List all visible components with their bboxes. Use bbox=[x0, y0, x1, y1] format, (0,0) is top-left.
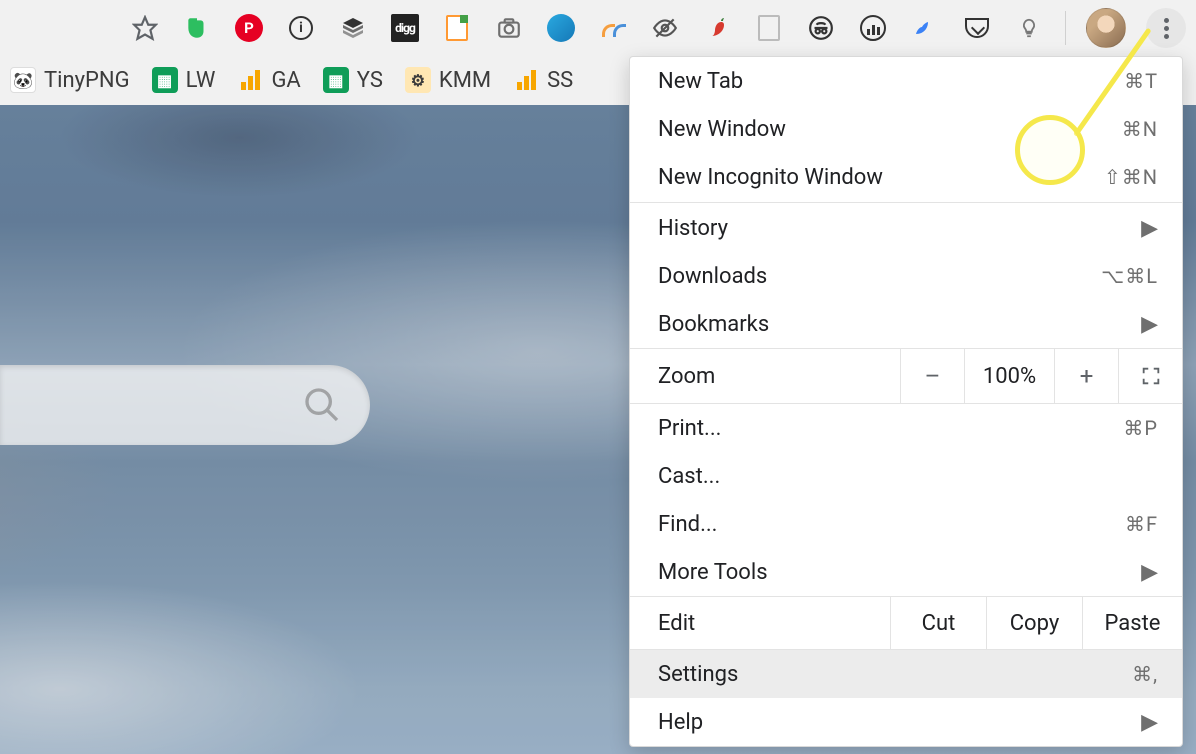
edit-paste-button[interactable]: Paste bbox=[1082, 597, 1182, 649]
zoom-in-button[interactable]: + bbox=[1054, 349, 1118, 403]
search-box[interactable] bbox=[0, 365, 370, 445]
menu-label: Cast... bbox=[658, 464, 720, 489]
bookmark-label: TinyPNG bbox=[44, 68, 130, 93]
camera-icon[interactable] bbox=[493, 12, 525, 44]
menu-label: More Tools bbox=[658, 560, 768, 585]
bookmark-label: YS bbox=[357, 68, 383, 93]
menu-new-tab[interactable]: New Tab ⌘T bbox=[630, 57, 1182, 105]
zoom-out-button[interactable]: – bbox=[900, 349, 964, 403]
menu-label: Settings bbox=[658, 662, 738, 687]
blue-circle-icon[interactable] bbox=[545, 12, 577, 44]
menu-label: Edit bbox=[630, 611, 890, 636]
toolbar-separator bbox=[1065, 11, 1066, 45]
buffer-icon[interactable] bbox=[337, 12, 369, 44]
menu-shortcut: ⌘T bbox=[1124, 69, 1158, 93]
page-icon[interactable] bbox=[753, 12, 785, 44]
analytics-icon bbox=[513, 67, 539, 93]
bulb-icon[interactable] bbox=[1013, 12, 1045, 44]
info-icon[interactable]: i bbox=[285, 12, 317, 44]
pinterest-icon[interactable]: P bbox=[233, 12, 265, 44]
bookmark-label: GA bbox=[271, 68, 300, 93]
zoom-level: 100% bbox=[964, 349, 1054, 403]
bookmark-ga[interactable]: GA bbox=[237, 67, 300, 93]
menu-history[interactable]: History ▶ bbox=[630, 204, 1182, 252]
eye-off-icon[interactable] bbox=[649, 12, 681, 44]
bookmark-label: KMM bbox=[439, 68, 491, 93]
menu-print[interactable]: Print... ⌘P bbox=[630, 404, 1182, 452]
document-icon[interactable] bbox=[441, 12, 473, 44]
tinypng-icon: 🐼 bbox=[10, 67, 36, 93]
arc-icon[interactable] bbox=[597, 12, 629, 44]
sheets-icon: ▦ bbox=[152, 67, 178, 93]
bookmark-lw[interactable]: ▦ LW bbox=[152, 67, 216, 93]
bookmark-ys[interactable]: ▦ YS bbox=[323, 67, 383, 93]
menu-shortcut: ⌘P bbox=[1123, 416, 1158, 440]
menu-label: New Tab bbox=[658, 69, 743, 94]
bookmark-ss[interactable]: SS bbox=[513, 67, 573, 93]
menu-label: New Incognito Window bbox=[658, 165, 883, 190]
menu-label: Help bbox=[658, 710, 703, 735]
menu-settings[interactable]: Settings ⌘, bbox=[630, 650, 1182, 698]
browser-toolbar: P i digg bbox=[0, 0, 1196, 55]
menu-zoom: Zoom – 100% + bbox=[630, 348, 1182, 404]
menu-label: History bbox=[658, 216, 728, 241]
menu-label: Downloads bbox=[658, 264, 767, 289]
menu-separator bbox=[630, 202, 1182, 203]
analytics-icon bbox=[237, 67, 263, 93]
menu-new-incognito[interactable]: New Incognito Window ⇧⌘N bbox=[630, 153, 1182, 201]
chart-circle-icon[interactable] bbox=[857, 12, 889, 44]
menu-shortcut: ⌥⌘L bbox=[1101, 264, 1158, 288]
fullscreen-button[interactable] bbox=[1118, 349, 1182, 403]
menu-label: Find... bbox=[658, 512, 717, 537]
edit-copy-button[interactable]: Copy bbox=[986, 597, 1082, 649]
chevron-right-icon: ▶ bbox=[1141, 560, 1158, 585]
chevron-right-icon: ▶ bbox=[1141, 312, 1158, 337]
menu-label: Print... bbox=[658, 416, 721, 441]
menu-more-tools[interactable]: More Tools ▶ bbox=[630, 548, 1182, 596]
profile-avatar[interactable] bbox=[1086, 8, 1126, 48]
bookmark-tinypng[interactable]: 🐼 TinyPNG bbox=[10, 67, 130, 93]
sheets-icon: ▦ bbox=[323, 67, 349, 93]
fullscreen-icon bbox=[1140, 365, 1162, 387]
wing-icon[interactable] bbox=[909, 12, 941, 44]
menu-find[interactable]: Find... ⌘F bbox=[630, 500, 1182, 548]
chili-icon[interactable] bbox=[701, 12, 733, 44]
search-icon bbox=[302, 385, 342, 425]
bookmark-label: LW bbox=[186, 68, 216, 93]
edit-cut-button[interactable]: Cut bbox=[890, 597, 986, 649]
menu-bookmarks[interactable]: Bookmarks ▶ bbox=[630, 300, 1182, 348]
chrome-menu-button[interactable] bbox=[1146, 8, 1186, 48]
evernote-icon[interactable] bbox=[181, 12, 213, 44]
kmm-icon: ⚙ bbox=[405, 67, 431, 93]
menu-cast[interactable]: Cast... bbox=[630, 452, 1182, 500]
bookmark-label: SS bbox=[547, 68, 573, 93]
menu-label: Bookmarks bbox=[658, 312, 769, 337]
menu-shortcut: ⇧⌘N bbox=[1104, 165, 1158, 189]
menu-downloads[interactable]: Downloads ⌥⌘L bbox=[630, 252, 1182, 300]
pocket-icon[interactable] bbox=[961, 12, 993, 44]
chrome-main-menu: New Tab ⌘T New Window ⌘N New Incognito W… bbox=[629, 56, 1183, 747]
menu-edit: Edit Cut Copy Paste bbox=[630, 596, 1182, 650]
menu-label: Zoom bbox=[630, 364, 900, 389]
menu-new-window[interactable]: New Window ⌘N bbox=[630, 105, 1182, 153]
menu-shortcut: ⌘, bbox=[1132, 662, 1158, 686]
digg-icon[interactable]: digg bbox=[389, 12, 421, 44]
menu-shortcut: ⌘N bbox=[1122, 117, 1158, 141]
menu-help[interactable]: Help ▶ bbox=[630, 698, 1182, 746]
star-icon[interactable] bbox=[129, 12, 161, 44]
bookmark-kmm[interactable]: ⚙ KMM bbox=[405, 67, 491, 93]
menu-label: New Window bbox=[658, 117, 786, 142]
chevron-right-icon: ▶ bbox=[1141, 710, 1158, 735]
chevron-right-icon: ▶ bbox=[1141, 216, 1158, 241]
menu-shortcut: ⌘F bbox=[1125, 512, 1158, 536]
incognito-spy-icon[interactable] bbox=[805, 12, 837, 44]
